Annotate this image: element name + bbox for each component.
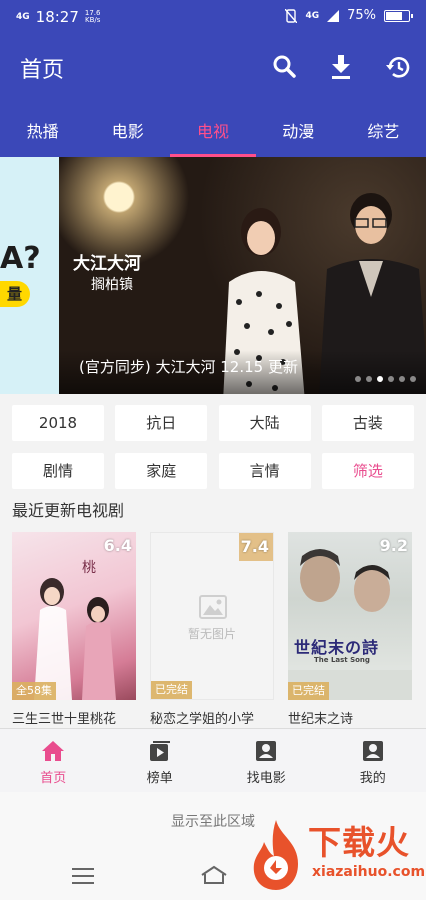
menu-icon[interactable] <box>72 867 94 885</box>
banner-carousel[interactable]: A? 量 大江大河 搁柏镇 (官方同步) 大江大河 12.15 更新 <box>0 157 426 394</box>
filter-chip-family[interactable]: 家庭 <box>115 453 208 489</box>
bottom-nav: 首页 榜单 找电影 我的 <box>0 728 426 792</box>
search-icon[interactable] <box>270 52 300 82</box>
nav-profile[interactable]: 我的 <box>320 729 426 792</box>
show-logo: 大江大河 搁柏镇 <box>73 249 141 294</box>
filter-chip-romance[interactable]: 言情 <box>218 453 311 489</box>
previous-slide-peek[interactable]: A? 量 <box>0 157 59 394</box>
watermark-text: 下载火 <box>308 823 410 862</box>
tab-tv[interactable]: 电视 <box>170 100 256 157</box>
signal-icon <box>327 9 340 22</box>
poster-art <box>288 549 412 700</box>
poster-image: 桃 6.4 全58集 <box>12 532 136 700</box>
list-item[interactable]: 世紀末の詩 The Last Song 9.2 已完结 世纪末之诗 <box>288 532 412 728</box>
fire-logo-icon <box>253 820 298 890</box>
filter-chip-mainland[interactable]: 大陆 <box>218 405 311 441</box>
filter-chip-drama[interactable]: 剧情 <box>12 453 104 489</box>
image-placeholder-icon <box>199 595 227 619</box>
nav-home-label: 首页 <box>40 771 67 786</box>
show-title: 三生三世十里桃花 <box>12 712 117 727</box>
network-indicator: 4G <box>16 11 30 22</box>
nav-ranking-label: 榜单 <box>146 771 173 786</box>
battery-icon <box>384 9 413 22</box>
episode-badge: 全58集 <box>12 682 56 700</box>
carousel-indicator <box>355 376 416 382</box>
list-item[interactable]: 暂无图片 7.4 已完结 秘恋之学姐的小学 <box>150 532 274 728</box>
tab-hot[interactable]: 热播 <box>0 100 85 157</box>
home-button-icon[interactable] <box>200 865 228 885</box>
category-tabs: 热播 电影 电视 动漫 综艺 <box>0 100 426 157</box>
carousel-dot <box>399 376 405 382</box>
tab-movie[interactable]: 电影 <box>85 100 170 157</box>
filter-button[interactable]: 筛选 <box>321 453 414 489</box>
svg-text:桃: 桃 <box>82 560 96 576</box>
show-title: 秘恋之学姐的小学 <box>150 712 255 727</box>
rating-score: 9.2 <box>379 536 408 555</box>
banner-caption-bar: (官方同步) 大江大河 12.15 更新 <box>59 350 426 394</box>
status-badge: 已完结 <box>151 681 192 699</box>
no-image-text: 暂无图片 <box>187 627 236 641</box>
poster-title: 世紀末の詩 <box>294 638 380 657</box>
video-list-icon <box>149 741 170 761</box>
recent-tv-list: 桃 6.4 全58集 三生三世十里桃花 暂无图片 7.4 已完结 秘恋之学姐的小… <box>12 532 426 728</box>
banner-slide[interactable]: 大江大河 搁柏镇 (官方同步) 大江大河 12.15 更新 <box>59 157 426 394</box>
tab-anime[interactable]: 动漫 <box>256 100 341 157</box>
tab-variety[interactable]: 综艺 <box>341 100 426 157</box>
network-indicator-right: 4G <box>305 10 320 21</box>
section-title: 最近更新电视剧 <box>12 501 125 520</box>
filter-chip-costume[interactable]: 古装 <box>321 405 414 441</box>
status-bar: 4G 18:27 17.6 KB/s 4G 75% <box>0 0 426 34</box>
show-logo-title: 大江大河 <box>73 254 141 274</box>
carousel-dot <box>388 376 394 382</box>
nav-home[interactable]: 首页 <box>0 729 107 792</box>
filter-chip-anti-japanese[interactable]: 抗日 <box>115 405 208 441</box>
carousel-dot <box>377 376 383 382</box>
home-icon <box>42 741 65 761</box>
clock: 18:27 <box>35 8 79 26</box>
profile-icon <box>362 741 383 761</box>
carousel-dot <box>355 376 361 382</box>
vibrate-off-icon <box>285 8 298 23</box>
download-icon[interactable] <box>326 52 356 82</box>
status-badge: 已完结 <box>288 682 329 700</box>
battery-fill <box>386 11 402 20</box>
filter-grid: 2018 抗日 大陆 古装 剧情 家庭 言情 筛选 <box>12 405 414 489</box>
network-speed-unit: KB/s <box>84 16 101 24</box>
app-bar: 首页 <box>0 34 426 100</box>
network-speed: 17.6 KB/s <box>85 10 101 24</box>
nav-find-movie-label: 找电影 <box>246 771 286 786</box>
carousel-dot <box>366 376 372 382</box>
poster-image: 世紀末の詩 The Last Song 9.2 已完结 <box>288 532 412 700</box>
nav-ranking[interactable]: 榜单 <box>107 729 214 792</box>
peek-question-text: A? <box>0 241 41 276</box>
history-icon[interactable] <box>383 52 413 82</box>
peek-button: 量 <box>0 281 30 307</box>
list-item[interactable]: 桃 6.4 全58集 三生三世十里桃花 <box>12 532 136 728</box>
watermark-logo: 下载火 xiazaihuo.com <box>246 812 426 900</box>
banner-caption: (官方同步) 大江大河 12.15 更新 <box>79 358 298 376</box>
show-title: 世纪末之诗 <box>288 712 354 727</box>
nav-profile-label: 我的 <box>359 771 386 786</box>
carousel-dot <box>410 376 416 382</box>
battery-percent: 75% <box>347 8 376 23</box>
rating-score: 7.4 <box>240 537 269 556</box>
poster-image: 暂无图片 7.4 已完结 <box>150 532 274 700</box>
filter-chip-2018[interactable]: 2018 <box>12 405 104 441</box>
rating-score: 6.4 <box>103 536 132 555</box>
watermark-url: xiazaihuo.com <box>312 864 426 880</box>
poster-subtitle: The Last Song <box>314 656 370 664</box>
nav-find-movie[interactable]: 找电影 <box>213 729 320 792</box>
contact-card-icon <box>256 741 277 761</box>
poster-art: 桃 <box>34 560 116 700</box>
show-logo-subtitle: 搁柏镇 <box>91 277 133 293</box>
page-title: 首页 <box>20 58 65 83</box>
